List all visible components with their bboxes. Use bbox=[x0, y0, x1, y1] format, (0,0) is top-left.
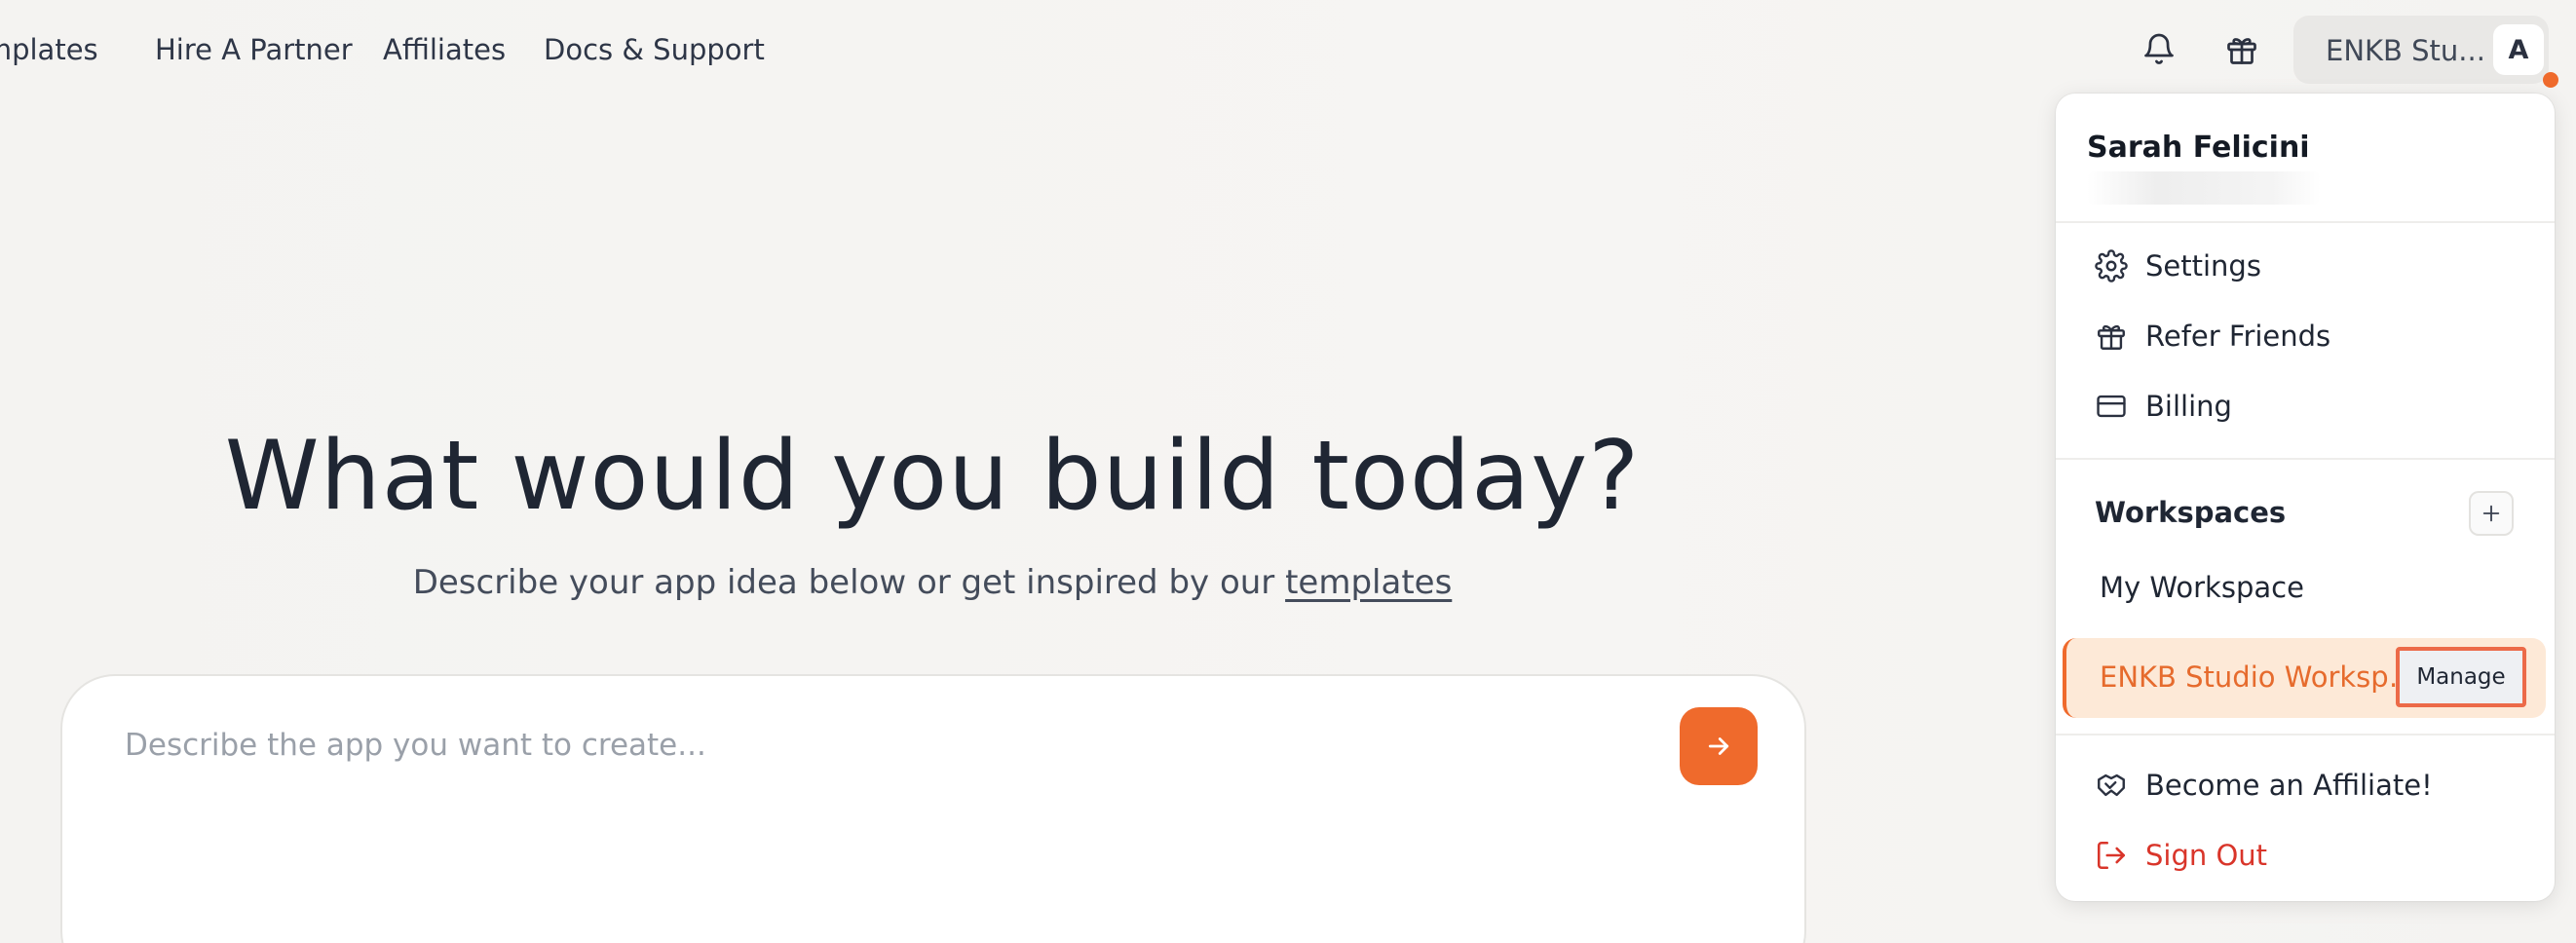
page-subtitle: Describe your app idea below or get insp… bbox=[0, 563, 1865, 602]
nav-link-templates[interactable]: emplates bbox=[0, 33, 98, 66]
menu-item-become-affiliate[interactable]: Become an Affiliate! bbox=[2095, 762, 2523, 809]
menu-item-settings[interactable]: Settings bbox=[2095, 243, 2523, 289]
nav-link-affiliates[interactable]: Affiliates bbox=[383, 33, 506, 66]
submit-button[interactable] bbox=[1680, 707, 1758, 785]
avatar[interactable]: A bbox=[2493, 24, 2544, 75]
divider bbox=[2056, 734, 2555, 736]
credit-card-icon bbox=[2097, 395, 2126, 418]
workspace-switcher[interactable]: ENKB Stu... A bbox=[2293, 16, 2549, 84]
arrow-right-icon bbox=[1708, 737, 1729, 755]
manage-workspace-button[interactable]: Manage bbox=[2396, 647, 2526, 707]
gear-icon bbox=[2095, 249, 2128, 283]
menu-item-label: Become an Affiliate! bbox=[2145, 769, 2433, 802]
workspace-item-my-workspace[interactable]: My Workspace bbox=[2100, 571, 2304, 604]
divider bbox=[2056, 221, 2555, 223]
menu-item-label: Refer Friends bbox=[2145, 320, 2331, 353]
menu-item-label: Sign Out bbox=[2145, 839, 2268, 872]
app-description-input[interactable] bbox=[125, 721, 1586, 770]
user-menu-dropdown: Sarah Felicini Settings Refer Friends Bi… bbox=[2056, 94, 2555, 901]
user-name: Sarah Felicini bbox=[2087, 131, 2310, 165]
divider bbox=[2056, 458, 2555, 460]
user-email-redacted bbox=[2087, 171, 2321, 205]
top-nav: emplates Hire A Partner Affiliates Docs … bbox=[0, 0, 1169, 101]
bell-icon bbox=[2144, 33, 2174, 64]
nav-link-hire-a-partner[interactable]: Hire A Partner bbox=[155, 33, 353, 66]
subtitle-text: Describe your app idea below or get insp… bbox=[412, 563, 1286, 602]
page-title: What would you build today? bbox=[224, 421, 1641, 532]
gift-icon bbox=[2098, 324, 2125, 350]
prompt-card bbox=[60, 674, 1806, 943]
menu-item-sign-out[interactable]: Sign Out bbox=[2095, 832, 2523, 879]
workspace-item-label: ENKB Studio Workspace bbox=[2100, 660, 2421, 694]
gift-button[interactable] bbox=[2217, 25, 2266, 74]
nav-link-docs-support[interactable]: Docs & Support bbox=[544, 33, 765, 66]
page: emplates Hire A Partner Affiliates Docs … bbox=[0, 0, 2576, 943]
gift-icon bbox=[2227, 38, 2256, 64]
handshake-icon bbox=[2098, 773, 2125, 797]
menu-item-refer-friends[interactable]: Refer Friends bbox=[2095, 313, 2523, 359]
workspace-item-active[interactable]: ENKB Studio Workspace Manage bbox=[2063, 638, 2546, 718]
menu-item-billing[interactable]: Billing bbox=[2095, 383, 2523, 430]
workspace-switcher-label: ENKB Stu... bbox=[2326, 34, 2485, 67]
workspaces-heading: Workspaces bbox=[2095, 496, 2287, 529]
templates-link[interactable]: templates bbox=[1285, 563, 1452, 602]
menu-item-label: Billing bbox=[2145, 390, 2232, 423]
add-workspace-button[interactable] bbox=[2469, 491, 2514, 536]
notification-dot bbox=[2543, 72, 2558, 88]
sign-out-icon bbox=[2097, 841, 2126, 870]
notifications-button[interactable] bbox=[2135, 25, 2183, 74]
menu-item-label: Settings bbox=[2145, 249, 2261, 283]
plus-icon bbox=[2482, 505, 2500, 522]
